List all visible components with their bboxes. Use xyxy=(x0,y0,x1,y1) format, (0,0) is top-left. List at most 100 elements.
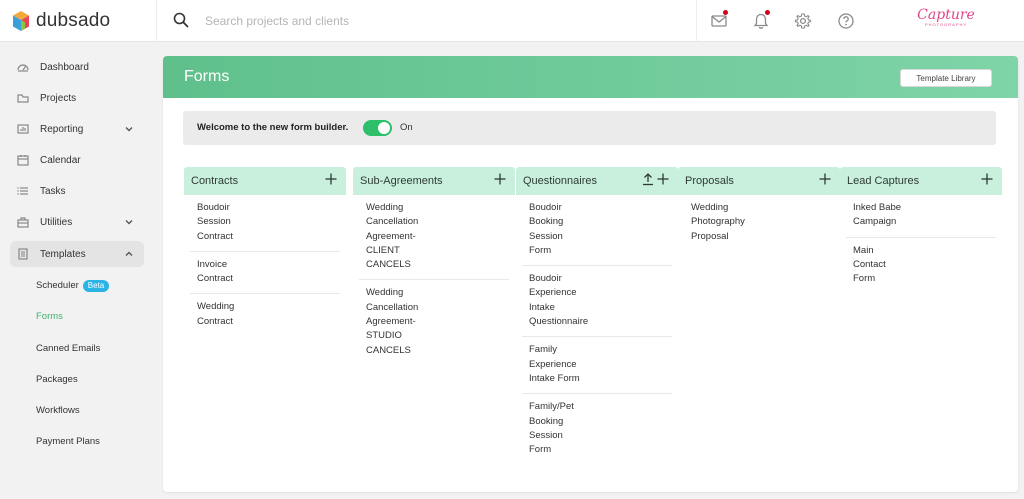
form-item-line: Family xyxy=(529,344,557,356)
bell-notification-dot xyxy=(765,10,770,15)
form-template-item[interactable]: Family Experience Intake Form xyxy=(522,337,672,395)
form-item-line: Invoice xyxy=(197,258,228,270)
form-template-item[interactable]: Wedding Cancellation Agreement- STUDIO CANCE… xyxy=(359,280,509,364)
form-item-line: Agreement- xyxy=(366,230,416,242)
sidebar-subitem-packages[interactable]: Packages xyxy=(36,373,78,387)
sidebar-item-tasks[interactable]: Tasks xyxy=(10,178,144,204)
form-item-line: Experience xyxy=(529,358,577,370)
search-input[interactable] xyxy=(205,12,625,30)
brand-name: Capture xyxy=(917,7,975,23)
form-item-line: Cancellation xyxy=(366,301,419,313)
column-header: Proposals xyxy=(678,167,840,195)
beta-badge: Beta xyxy=(82,280,110,292)
form-template-item[interactable]: Boudoir Experience Intake Questionnaire xyxy=(522,266,672,338)
form-item-line: Main xyxy=(853,244,874,256)
form-template-item[interactable]: Family/Pet Booking Session Form xyxy=(522,394,672,464)
sidebar-item-label: Calendar xyxy=(40,154,81,166)
help-icon[interactable] xyxy=(837,12,855,30)
sidebar-subitem-forms[interactable]: Forms xyxy=(36,310,63,324)
column-title: Proposals xyxy=(685,175,734,187)
sidebar-item-label: Utilities xyxy=(40,216,73,228)
column-header: Lead Captures xyxy=(840,167,1002,195)
form-item-line: Boudoir xyxy=(197,202,230,213)
column-header: Questionnaires xyxy=(516,167,678,195)
dashboard-icon xyxy=(17,64,29,72)
sidebar-item-utilities[interactable]: Utilities xyxy=(10,209,144,235)
sidebar-item-projects[interactable]: Projects xyxy=(10,85,144,111)
form-item-line: Session xyxy=(529,429,563,441)
column-items: Boudoir Session Contract Invoice Contract Wed… xyxy=(184,195,346,336)
utilities-icon xyxy=(17,217,29,228)
add-form-plus-icon[interactable] xyxy=(818,172,832,191)
sidebar-subitem-scheduler[interactable]: Scheduler Beta xyxy=(36,279,110,293)
chevron-down-icon[interactable] xyxy=(124,217,134,227)
column-items: Inked Babe Campaign Main Contact Form xyxy=(840,195,1002,293)
form-template-item[interactable]: Wedding Cancellation Agreement- CLIENT CANCE… xyxy=(359,195,509,281)
sidebar-subitem-label: Scheduler xyxy=(36,280,79,291)
form-item-line: Inked Babe xyxy=(853,202,902,213)
add-form-plus-icon[interactable] xyxy=(980,172,994,191)
column-header: Sub-Agreements xyxy=(353,167,515,195)
chevron-down-icon[interactable] xyxy=(124,124,134,134)
forms-panel: Forms Template Library Welcome to the ne… xyxy=(163,56,1018,492)
form-item-line: CANCELS xyxy=(366,344,411,356)
column-contracts: Contracts Boudoir Session Contract Invoice Co… xyxy=(184,167,346,336)
form-item-line: Campaign xyxy=(853,216,897,228)
app-logo[interactable]: dubsado xyxy=(12,9,110,33)
form-item-line: Cancellation xyxy=(366,216,419,228)
form-item-line: CLIENT xyxy=(366,244,400,256)
template-library-button[interactable]: Template Library xyxy=(900,69,992,87)
sidebar-subitem-payment-plans[interactable]: Payment Plans xyxy=(36,435,100,449)
brand-logo[interactable]: Capture PHOTOGRAPHY xyxy=(916,8,976,34)
form-template-item[interactable]: Inked Babe Campaign xyxy=(846,195,996,238)
form-template-item[interactable]: Boudoir Booking Session Form xyxy=(522,195,672,267)
form-item-line: Family/Pet xyxy=(529,401,574,413)
form-template-item[interactable]: Wedding Photography Proposal xyxy=(684,195,834,251)
sidebar-subitem-label: Workflows xyxy=(36,405,80,416)
form-template-item[interactable]: Boudoir Session Contract xyxy=(190,195,340,252)
form-item-line: Wedding xyxy=(366,202,404,213)
sidebar-subitem-workflows[interactable]: Workflows xyxy=(36,404,80,418)
form-template-item[interactable]: Invoice Contract xyxy=(190,252,340,295)
sidebar-item-calendar[interactable]: Calendar xyxy=(10,147,144,173)
sidebar-item-dashboard[interactable]: Dashboard xyxy=(10,54,144,80)
sidebar-subitem-label: Forms xyxy=(36,311,63,322)
brand-tagline: PHOTOGRAPHY xyxy=(924,22,968,27)
form-builder-banner: Welcome to the new form builder. On xyxy=(183,111,996,145)
sidebar-item-templates[interactable]: Templates xyxy=(10,241,144,267)
reporting-icon xyxy=(17,124,29,134)
form-item-line: CANCELS xyxy=(366,259,411,271)
sidebar-item-reporting[interactable]: Reporting xyxy=(10,116,144,142)
form-template-item[interactable]: Wedding Contract xyxy=(190,294,340,336)
column-items: Wedding Cancellation Agreement- CLIENT CANCE… xyxy=(353,195,515,365)
add-form-plus-icon[interactable] xyxy=(493,172,507,191)
sidebar-subitem-canned-emails[interactable]: Canned Emails xyxy=(36,342,100,356)
form-template-item[interactable]: Main Contact Form xyxy=(846,238,996,294)
column-proposals: Proposals Wedding Photography Proposal xyxy=(678,167,840,251)
dubsado-logo-icon xyxy=(13,11,29,31)
top-bar: dubsado Capture PHOTOGRAPHY xyxy=(0,0,1024,42)
app-name: dubsado xyxy=(36,10,111,31)
gear-icon[interactable] xyxy=(794,12,812,30)
toggle-state-label: On xyxy=(400,122,413,133)
add-form-plus-icon[interactable] xyxy=(656,172,670,191)
add-form-plus-icon[interactable] xyxy=(324,172,338,191)
form-builder-toggle[interactable] xyxy=(363,120,392,136)
sidebar: Dashboard Projects Reporting Calendar Ta… xyxy=(0,42,156,499)
form-item-line: Booking xyxy=(529,216,564,228)
search-icon[interactable] xyxy=(173,12,189,28)
templates-icon xyxy=(18,248,28,260)
chevron-up-icon[interactable] xyxy=(124,249,134,259)
form-item-line: Proposal xyxy=(691,230,729,242)
sidebar-item-label: Dashboard xyxy=(40,61,89,73)
sidebar-subitem-label: Packages xyxy=(36,374,78,385)
upload-icon[interactable] xyxy=(641,172,655,191)
form-item-line: Wedding xyxy=(691,202,729,213)
column-title: Lead Captures xyxy=(847,175,920,187)
forms-header: Forms Template Library xyxy=(163,56,1018,98)
form-item-line: Intake xyxy=(529,301,555,313)
sidebar-item-label: Projects xyxy=(40,92,77,104)
column-lead-captures: Lead Captures Inked Babe Campaign Main Conta… xyxy=(840,167,1002,293)
calendar-icon xyxy=(17,155,29,166)
mail-notification-dot xyxy=(723,10,728,15)
